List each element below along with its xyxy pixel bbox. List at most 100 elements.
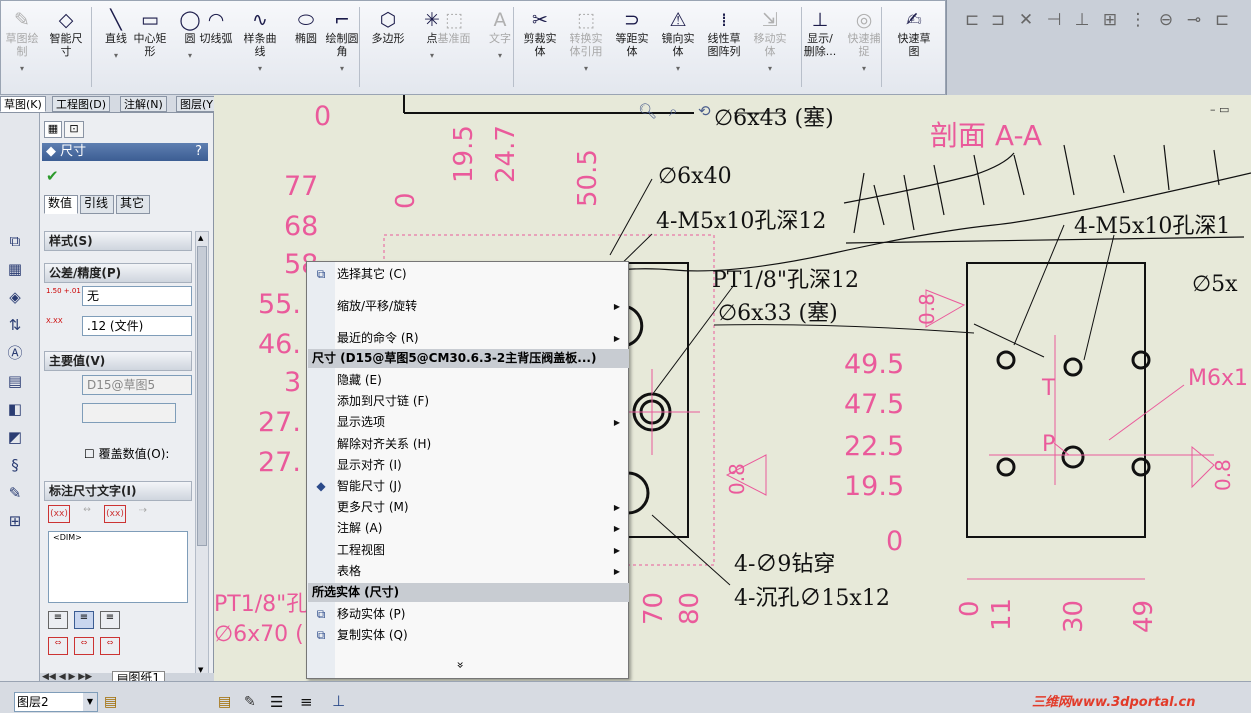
port-label[interactable]: T	[1041, 376, 1056, 401]
hole-circle[interactable]	[996, 457, 1016, 477]
menu-item[interactable]: 最近的命令 (R) ▶	[307, 328, 628, 349]
group-style[interactable]: 样式(S)	[44, 231, 192, 251]
primary-value-field[interactable]: D15@草图5	[82, 375, 192, 395]
spring-icon[interactable]: §	[4, 455, 26, 475]
line-color-icon[interactable]: ✎	[244, 694, 256, 710]
layer-folder-icon[interactable]: ▤	[218, 694, 231, 710]
ribbon-tool-trim[interactable]: ✂ 剪裁实 体	[517, 9, 563, 58]
menu-item[interactable]: 表格 ▶	[307, 561, 628, 582]
ribbon-tool-display-delete-relations[interactable]: ⊥ 显示/ 删除...	[797, 9, 843, 58]
dimension-label[interactable]: 46.	[258, 329, 301, 360]
text-below-icon[interactable]: ⇔	[100, 637, 120, 655]
dimension-label[interactable]: 55.	[258, 289, 301, 320]
align-icon[interactable]: ⊏	[961, 10, 983, 32]
callout-text[interactable]: 4-沉孔∅15x12	[734, 586, 890, 611]
dimension-label[interactable]: 77	[284, 171, 318, 202]
chevron-down-icon[interactable]: ▼	[83, 693, 97, 711]
dimension-label[interactable]: 22.5	[844, 431, 904, 462]
hole-icon[interactable]: ⧉	[4, 231, 26, 251]
callout-text[interactable]: ∅6x40	[658, 164, 732, 189]
menu-item[interactable]: 解除对齐关系 (H)	[307, 434, 628, 455]
menu-item[interactable]: ⧉ 复制实体 (Q)	[307, 625, 628, 646]
group-dimension-text[interactable]: 标注尺寸文字(I)	[44, 481, 192, 501]
dropdown-arrow-icon[interactable]: ▾	[479, 49, 521, 62]
expand-menu-icon[interactable]: »	[454, 661, 468, 668]
dimension-label[interactable]: 24.7	[491, 125, 521, 183]
dimension-label[interactable]: 19.5	[844, 471, 904, 502]
group-tolerance[interactable]: 公差/精度(P)	[44, 263, 192, 283]
section-title[interactable]: 剖面 A-A	[930, 119, 1042, 152]
hole-circle[interactable]	[1131, 457, 1151, 477]
text-middle-icon[interactable]: ⇔	[74, 637, 94, 655]
dimension-label[interactable]: 0	[886, 526, 903, 557]
ribbon-tool-text[interactable]: A 文字 ▾	[479, 9, 521, 62]
align-right-icon[interactable]: ≡	[100, 611, 120, 629]
override-checkbox[interactable]: ☐ 覆盖数值(O):	[84, 445, 169, 462]
hide-show-edges-icon[interactable]: ⊥	[332, 692, 345, 710]
subtab-other[interactable]: 其它	[116, 195, 150, 214]
ribbon-tool-sketch-fillet[interactable]: ⌐ 绘制圆 角 ▾	[321, 9, 363, 75]
override-value-field[interactable]	[82, 403, 176, 423]
ribbon-tool-mirror[interactable]: ⚠ 镜向实 体 ▾	[655, 9, 701, 75]
pin-icon[interactable]: ✎	[4, 483, 26, 503]
callout-text[interactable]: 4-M5x10孔深12	[656, 209, 826, 234]
callout-text[interactable]: ∅6x33 (塞)	[718, 301, 838, 326]
ribbon-tool-rapid-sketch[interactable]: ✍ 快速草 图	[891, 9, 937, 58]
dimension-label[interactable]: 27.	[258, 407, 301, 438]
rib-label[interactable]: 0.8	[1211, 459, 1235, 491]
ribbon-tool-move-entities[interactable]: ⇲ 移动实 体 ▾	[747, 9, 793, 75]
dimension-label[interactable]: 49	[1129, 600, 1159, 633]
offset-text-icon[interactable]: ⇢	[132, 505, 154, 523]
line-thickness-icon[interactable]: ☰	[270, 693, 283, 711]
menu-item[interactable]: 缩放/平移/旋转 ▶	[307, 296, 628, 317]
link-icon[interactable]: ⊸	[1183, 10, 1205, 32]
dimension-label[interactable]: 11	[987, 598, 1017, 631]
menu-item[interactable]: ⧉ 选择其它 (C)	[307, 264, 628, 285]
hole-circle[interactable]	[1061, 445, 1085, 469]
callout-text[interactable]: PT1/8"孔深12	[712, 268, 859, 293]
ribbon-tool-sketch[interactable]: ✎ 草图绘 制 ▾	[1, 9, 43, 75]
menu-item[interactable]: 添加到尺寸链 (F)	[307, 391, 628, 412]
align-left-icon[interactable]: ≡	[48, 611, 68, 629]
group-primary-value[interactable]: 主要值(V)	[44, 351, 192, 371]
dropdown-arrow-icon[interactable]: ▾	[747, 62, 793, 75]
subtab-leader[interactable]: 引线	[80, 195, 114, 214]
hole-circle[interactable]	[996, 350, 1016, 370]
flip-icon[interactable]: ⇅	[4, 315, 26, 335]
callout-text[interactable]: 4-∅9钻穿	[734, 552, 835, 577]
menu-item[interactable]: 注解 (A) ▶	[307, 518, 628, 539]
align-center-icon[interactable]: ≡	[74, 611, 94, 629]
center-dim-icon[interactable]: ↔	[76, 505, 98, 523]
callout-text[interactable]: ∅6x70 (	[214, 622, 304, 647]
ribbon-tool-convert-entities[interactable]: ⬚ 转换实 体引用 ▾	[563, 9, 609, 75]
dimension-text-box[interactable]: <DIM>	[48, 531, 188, 603]
dimension-label[interactable]: 30	[1059, 600, 1089, 633]
ribbon-tool-offset-entities[interactable]: ⊃ 等距实 体	[609, 9, 655, 58]
precision-select[interactable]: .12 (文件)	[82, 316, 192, 336]
callout-text[interactable]: M6x1	[1188, 366, 1248, 391]
menu-item[interactable]: ◆ 智能尺寸 (J)	[307, 476, 628, 497]
tab-drawing[interactable]: 工程图(D)	[52, 96, 111, 112]
layer-properties-icon[interactable]: ▤	[104, 694, 117, 710]
dimension-label[interactable]: 19.5	[449, 125, 479, 183]
menu-item[interactable]: ⧉ 移动实体 (P)	[307, 604, 628, 625]
dropdown-arrow-icon[interactable]: ▾	[239, 62, 281, 75]
rib-label[interactable]: 0.8	[725, 463, 749, 495]
align-bottom-icon[interactable]: ⊥	[1071, 10, 1093, 32]
inspection-icon[interactable]: (xx)	[104, 505, 126, 523]
callout-text[interactable]: ∅5x	[1192, 272, 1238, 297]
ribbon-tool-polygon[interactable]: ⬡ 多边形	[367, 9, 409, 45]
dropdown-arrow-icon[interactable]: ▾	[1, 62, 43, 75]
dimension-label[interactable]: 70	[639, 592, 669, 625]
tab-annotation[interactable]: 注解(N)	[120, 96, 167, 112]
port-label[interactable]: P	[1042, 432, 1055, 457]
scroll-thumb[interactable]	[197, 246, 207, 546]
dimension-label[interactable]: 0	[391, 192, 421, 209]
space-icon[interactable]: ⋮	[1127, 10, 1149, 32]
dimension-label[interactable]: 80	[675, 592, 705, 625]
callout-text[interactable]: PT1/8"孔	[214, 592, 308, 617]
dimension-label[interactable]: 0	[955, 600, 985, 617]
dropdown-arrow-icon[interactable]: ▾	[411, 49, 453, 62]
feature-icon[interactable]: ▦	[4, 259, 26, 279]
ribbon-tool-smart-dimension[interactable]: ◇ 智能尺 寸	[45, 9, 87, 58]
